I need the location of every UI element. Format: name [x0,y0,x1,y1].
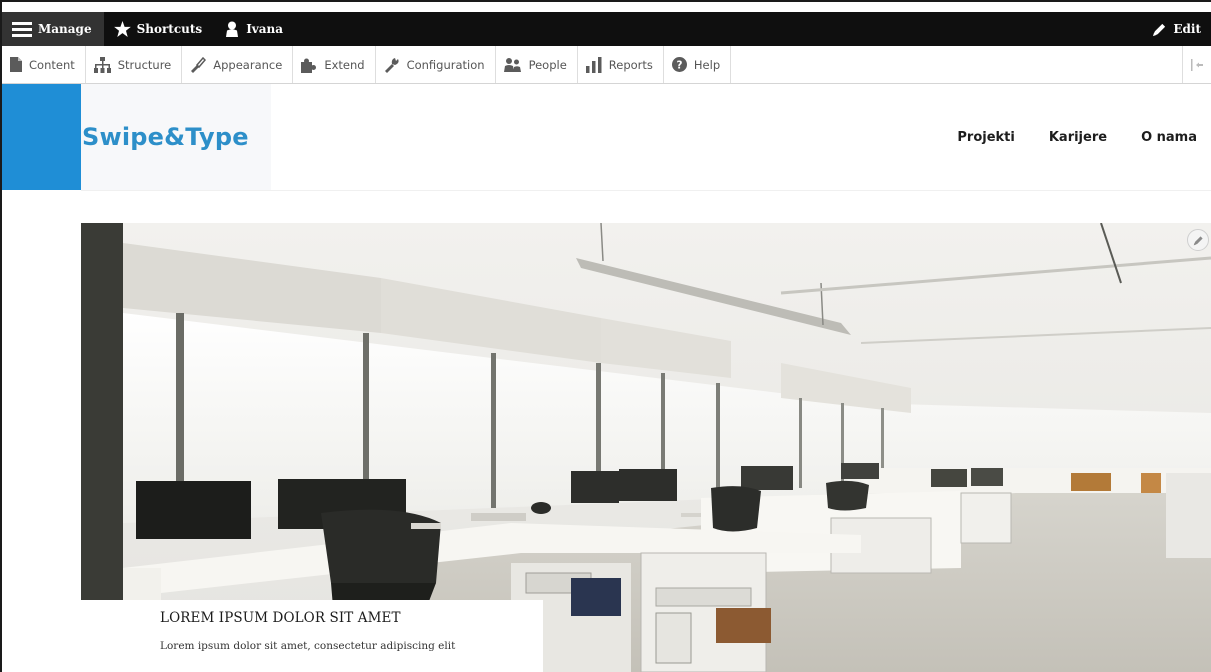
people-icon [503,57,521,72]
hero-caption: LOREM IPSUM DOLOR SIT AMET Lorem ipsum d… [81,600,543,672]
hamburger-icon [12,22,32,37]
nav-link-karijere[interactable]: Karijere [1049,130,1107,145]
shortcuts-button[interactable]: Shortcuts [104,12,215,46]
user-icon [226,21,239,37]
nav-link-projekti[interactable]: Projekti [957,130,1014,145]
manage-label: Manage [38,22,92,36]
bar-chart-icon [585,56,602,73]
hero-banner: LOREM IPSUM DOLOR SIT AMET Lorem ipsum d… [81,223,1211,672]
paintbrush-icon [191,56,207,73]
tray-item-label: Structure [117,57,172,72]
admin-tray: Content Structure Appearance Extend Conf… [2,46,1211,84]
accent-strip [2,84,81,190]
tray-item-label: Reports [608,57,653,72]
sitemap-icon [93,56,111,73]
star-icon [113,21,131,37]
tray-item-structure[interactable]: Structure [86,46,183,83]
svg-text:?: ? [676,60,682,72]
puzzle-icon [301,58,317,73]
tray-item-help[interactable]: ? Help [664,46,732,83]
tray-item-extend[interactable]: Extend [293,46,376,83]
tray-item-label: Extend [324,57,365,72]
tray-item-configuration[interactable]: Configuration [376,46,496,83]
tray-item-reports[interactable]: Reports [578,46,664,83]
user-button[interactable]: Ivana [214,12,295,46]
tray-item-appearance[interactable]: Appearance [182,46,294,83]
hero-text: Lorem ipsum dolor sit amet, consectetur … [160,640,456,652]
tray-item-content[interactable]: Content [2,46,86,83]
question-icon: ? [671,57,687,72]
admin-toolbar: Manage Shortcuts Ivana Edit [2,12,1211,46]
main-navigation: Projekti Karijere O nama [957,84,1211,190]
header-divider [81,190,1211,191]
user-label: Ivana [246,22,284,36]
tray-item-label: Content [29,57,75,72]
tray-item-label: Configuration [406,57,485,72]
pencil-icon [1193,235,1203,245]
site-name[interactable]: Swipe&Type [82,123,249,151]
edit-label: Edit [1173,22,1201,36]
tray-item-people[interactable]: People [496,46,578,83]
hero-title: LOREM IPSUM DOLOR SIT AMET [160,610,401,626]
hero-edit-button[interactable] [1187,229,1209,251]
tray-orientation-toggle[interactable] [1183,46,1211,83]
file-icon [10,57,22,72]
edit-button[interactable]: Edit [1142,12,1211,46]
manage-button[interactable]: Manage [2,12,104,46]
wrench-icon [384,57,399,73]
tray-item-label: Appearance [213,57,283,72]
dock-toggle-icon [1191,58,1203,71]
tray-item-label: Help [693,57,721,72]
shortcuts-label: Shortcuts [136,22,203,36]
site-branding[interactable]: Swipe&Type [81,84,271,190]
tray-item-label: People [528,57,567,72]
pencil-icon [1153,23,1166,36]
nav-link-o-nama[interactable]: O nama [1141,130,1197,145]
